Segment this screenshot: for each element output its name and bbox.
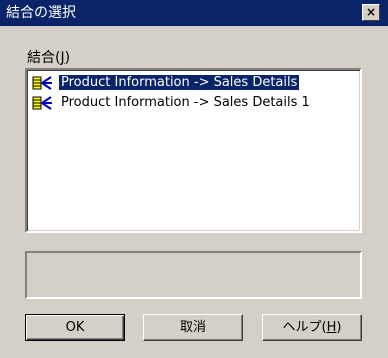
ok-button[interactable]: OK [25, 314, 125, 341]
cancel-button[interactable]: 取消 [143, 314, 243, 341]
window-title: 結合の選択 [6, 5, 76, 21]
list-item[interactable]: Product Information -> Sales Details 1 [31, 93, 312, 112]
joins-label-end: ) [64, 50, 71, 66]
title-bar[interactable]: 結合の選択 × [0, 0, 388, 26]
help-button-main: ヘルプ( [282, 320, 327, 335]
joins-label-main: 結合( [27, 50, 61, 66]
description-panel [25, 251, 362, 299]
join-icon [32, 95, 52, 110]
list-item-label: Product Information -> Sales Details 1 [61, 95, 310, 110]
help-button-end: ) [336, 320, 342, 335]
close-button[interactable]: × [362, 4, 380, 21]
list-item[interactable]: Product Information -> Sales Details [31, 73, 300, 92]
joins-label: 結合(J) [27, 50, 70, 66]
list-item-label: Product Information -> Sales Details [59, 75, 300, 90]
help-button[interactable]: ヘルプ(H) [262, 314, 362, 341]
help-button-mnemonic: H [326, 320, 337, 335]
joins-listbox[interactable]: Product Information -> Sales Details Pro… [25, 68, 362, 233]
join-icon [32, 75, 52, 90]
